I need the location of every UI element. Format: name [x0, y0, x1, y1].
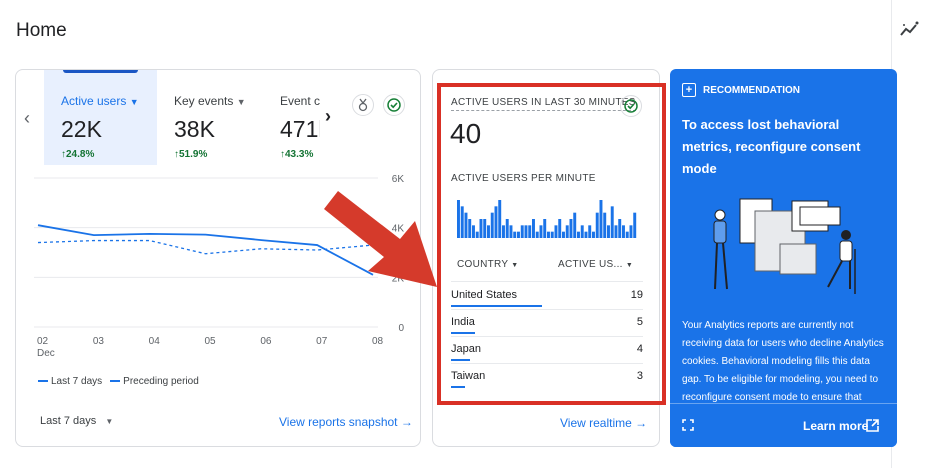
highlight-frame [437, 83, 666, 405]
metric-label: Active users ▼ [61, 94, 139, 108]
recommendation-body: Your Analytics reports are currently not… [682, 320, 884, 403]
metric-value: 22K [61, 116, 102, 142]
x-tick-label: 02 [37, 336, 49, 347]
metric-selected-indicator [63, 70, 138, 73]
check-circle-icon[interactable] [383, 94, 405, 116]
caret-down-icon: ▼ [129, 97, 139, 107]
recommendation-label: RECOMMENDATION [703, 85, 801, 96]
x-tick-label: 05 [205, 336, 217, 347]
expand-icon[interactable] [682, 418, 694, 431]
open-in-new-icon[interactable] [866, 419, 879, 432]
x-tick-label: 07 [316, 336, 328, 347]
caret-down-icon: ▼ [105, 417, 114, 426]
arrow-right-icon: → [635, 416, 648, 430]
metric-label: Event c [280, 94, 320, 108]
y-tick-label: 0 [398, 323, 404, 334]
legend-item-previous: Preceding period [110, 376, 199, 387]
chevron-right-icon[interactable]: › [325, 106, 331, 127]
view-realtime-link[interactable]: View realtime → [560, 416, 647, 430]
metric-key-events[interactable]: Key events ▼ 38K ↑51.9% [174, 94, 246, 160]
insights-badge-icon[interactable] [352, 94, 374, 116]
metric-change: ↑43.3% [280, 149, 314, 160]
recommendation-footer: Learn more [670, 403, 897, 447]
insights-icon[interactable] [899, 20, 921, 40]
illustration-people-icon [700, 189, 870, 319]
metric-change: ↑24.8% [61, 149, 95, 160]
learn-more-link[interactable]: Learn more [803, 419, 868, 433]
page-title: Home [16, 20, 67, 41]
metric-change: ↑51.9% [174, 149, 208, 160]
date-range-select[interactable]: Last 7 days ▼ [40, 415, 113, 427]
metric-value: 471k [280, 116, 320, 142]
x-tick-sublabel: Dec [37, 348, 55, 359]
metric-label: Key events ▼ [174, 94, 246, 108]
metric-value: 38K [174, 116, 215, 142]
metric-active-users[interactable]: Active users ▼ 22K ↑24.8% [61, 94, 139, 160]
metric-event-count[interactable]: Event c 471k ↑43.3% [280, 90, 320, 165]
recommendation-title: To access lost behavioral metrics, recon… [682, 117, 861, 176]
chart-legend: Last 7 days Preceding period [38, 376, 199, 387]
recommendation-card: + RECOMMENDATION To access lost behavior… [670, 69, 897, 447]
arrow-right-icon: → [400, 415, 413, 429]
x-tick-label: 03 [93, 336, 105, 347]
lightbulb-plus-icon: + [682, 83, 696, 97]
legend-item-current: Last 7 days [38, 376, 102, 387]
annotation-arrow-icon [320, 185, 445, 297]
x-tick-label: 08 [372, 336, 384, 347]
caret-down-icon: ▼ [236, 97, 246, 107]
x-tick-label: 04 [149, 336, 161, 347]
chevron-left-icon[interactable]: ‹ [24, 108, 30, 129]
x-tick-label: 06 [260, 336, 272, 347]
view-reports-snapshot-link[interactable]: View reports snapshot → [279, 415, 413, 429]
y-tick-label: 6K [392, 174, 405, 185]
